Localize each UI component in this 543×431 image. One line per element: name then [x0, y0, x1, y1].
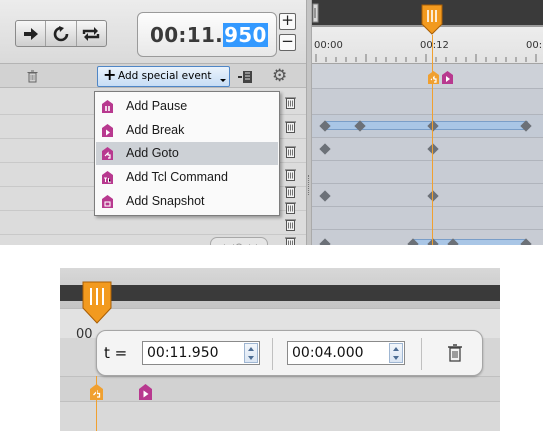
dropdown-caret-icon	[220, 79, 226, 82]
timeline-row	[312, 89, 543, 115]
repeat-button[interactable]	[77, 21, 106, 46]
repeat-icon	[83, 26, 100, 41]
trash-icon[interactable]	[285, 120, 296, 133]
goto-event-marker-icon[interactable]	[428, 71, 439, 84]
spin-arrows[interactable]	[389, 343, 403, 363]
trash-icon[interactable]	[285, 145, 296, 158]
increment-button[interactable]: +	[279, 13, 296, 30]
event-detail-panel: 00 t = 00:11.950 00:04.000	[60, 268, 500, 431]
pause-event-icon	[102, 100, 113, 113]
decrement-button[interactable]: −	[279, 34, 296, 51]
keyframe-marker[interactable]	[319, 238, 331, 245]
timeline-row	[312, 230, 543, 245]
time-label: t =	[104, 344, 128, 362]
trash-icon[interactable]	[285, 168, 296, 181]
trash-icon[interactable]	[27, 70, 38, 83]
splitter-grip	[308, 175, 310, 195]
event-duration-spinbox[interactable]: 00:04.000	[287, 341, 405, 365]
detail-playhead-handle-icon[interactable]	[82, 281, 112, 325]
trash-icon[interactable]	[285, 236, 296, 245]
menu-item-label: Add Snapshot	[126, 194, 205, 208]
detail-scrub-bar[interactable]	[60, 285, 500, 301]
snapshot-event-icon	[102, 195, 113, 208]
spin-up-icon[interactable]	[248, 347, 254, 351]
playhead-line	[432, 35, 433, 245]
menu-item-label: Add Pause	[126, 99, 188, 113]
keyframe-marker[interactable]	[427, 143, 439, 155]
event-edit-popup: t = 00:11.950 00:04.000	[96, 330, 483, 376]
event-time-spinbox[interactable]: 00:11.950	[142, 341, 260, 365]
menu-item-add-tcl-command[interactable]: Add Tcl Command	[96, 166, 278, 189]
detail-ruler-label: 00	[76, 327, 93, 342]
keyframe-marker[interactable]	[319, 190, 331, 202]
filmstrip-icon[interactable]	[237, 70, 253, 84]
event-time-value[interactable]: 00:11.950	[147, 345, 219, 361]
timeline-row	[312, 115, 543, 138]
ruler-label: 00:	[526, 40, 543, 51]
toolbar: 00:11.950 + −	[0, 0, 306, 64]
goto-event-icon	[102, 147, 113, 160]
event-row	[312, 64, 543, 89]
trash-icon[interactable]	[285, 185, 296, 198]
timeline-ruler[interactable]: 00:00 00:12 00:	[312, 0, 543, 64]
ruler-ticks	[315, 54, 537, 62]
menu-item-add-snapshot[interactable]: Add Snapshot	[96, 190, 278, 213]
spin-arrows[interactable]	[244, 343, 258, 363]
playback-mode-buttons	[15, 20, 107, 47]
trash-icon[interactable]	[285, 96, 296, 109]
special-event-menu: Add Pause Add Break Add Goto Add Tcl Com…	[94, 91, 280, 216]
timeline-row	[312, 161, 543, 184]
menu-item-label: Add Break	[126, 123, 185, 137]
loop-button[interactable]	[46, 21, 77, 46]
keyframe-marker[interactable]	[427, 190, 439, 202]
ruler-label: 00:12	[420, 40, 449, 51]
trash-icon[interactable]	[285, 201, 296, 214]
separator	[272, 338, 273, 370]
tcl-event-icon	[102, 171, 113, 184]
time-text[interactable]: 00:11.950	[150, 23, 268, 47]
add-special-event-button[interactable]: + Add special event	[97, 65, 230, 87]
loop-icon	[53, 25, 69, 41]
event-duration-value[interactable]: 00:04.000	[292, 345, 364, 361]
menu-item-label: Add Tcl Command	[126, 170, 228, 184]
navigator-arrows-icon	[223, 243, 257, 245]
menu-item-label: Add Goto	[126, 146, 179, 160]
separator	[421, 338, 422, 370]
break-event-marker-icon[interactable]	[139, 384, 152, 400]
play-forward-button[interactable]	[16, 21, 47, 46]
add-special-event-label: Add special event	[118, 70, 212, 82]
spin-down-icon[interactable]	[248, 356, 254, 360]
time-main: 00:11.	[150, 23, 224, 47]
break-event-icon	[102, 124, 113, 137]
detail-playhead-line	[96, 376, 97, 431]
menu-item-add-goto[interactable]: Add Goto	[96, 142, 278, 165]
trash-icon[interactable]	[285, 218, 296, 231]
time-selected: 950	[223, 23, 268, 47]
detail-track-row	[60, 402, 500, 431]
trash-icon[interactable]	[448, 344, 462, 362]
keyframe-marker[interactable]	[319, 143, 331, 155]
menu-item-add-pause[interactable]: Add Pause	[96, 95, 278, 118]
break-event-marker-icon[interactable]	[442, 71, 453, 84]
menu-item-add-break[interactable]: Add Break	[96, 119, 278, 142]
play-forward-icon	[23, 27, 38, 40]
playhead-handle-icon[interactable]	[421, 4, 443, 36]
spin-down-icon[interactable]	[393, 356, 399, 360]
plus-icon: +	[103, 65, 117, 84]
spin-up-icon[interactable]	[393, 347, 399, 351]
timeline-row	[312, 184, 543, 207]
ruler-label: 00:00	[314, 40, 343, 51]
timeline-row	[312, 138, 543, 161]
timeline-row	[312, 207, 543, 230]
gear-icon[interactable]: ⚙	[272, 66, 287, 86]
animation-editor-panel: 00:11.950 + − 00:00 00:12 00: + Add spec…	[0, 0, 543, 245]
row-navigator[interactable]	[210, 237, 268, 245]
detail-event-row	[60, 376, 500, 402]
time-display[interactable]: 00:11.950	[137, 12, 277, 57]
range-start-handle-icon[interactable]	[312, 2, 320, 24]
